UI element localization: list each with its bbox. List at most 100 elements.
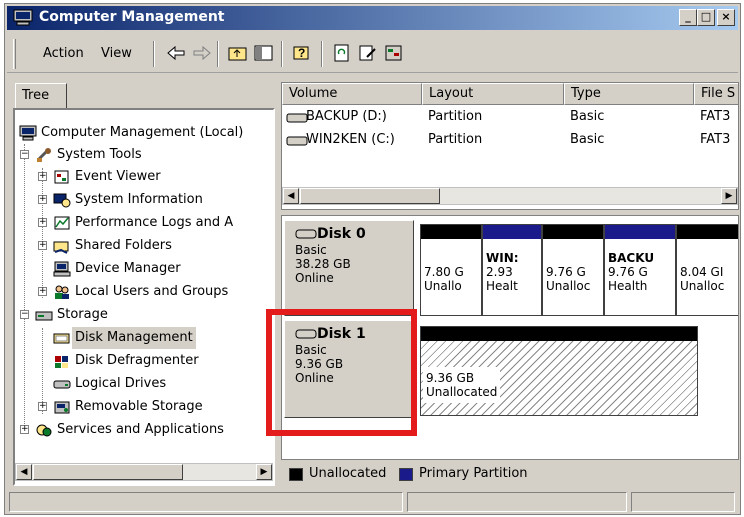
show-hide-tree-icon[interactable] bbox=[253, 43, 275, 63]
disk-status: Online bbox=[295, 271, 334, 285]
tree-horizontal-scrollbar[interactable]: ◀ ▶ bbox=[15, 463, 273, 481]
close-button[interactable]: × bbox=[717, 9, 735, 26]
tab-tree[interactable]: Tree bbox=[15, 83, 67, 109]
disk-management-icon bbox=[53, 333, 70, 344]
removable-storage-icon bbox=[54, 401, 70, 414]
partition-bar bbox=[543, 225, 603, 239]
expand-event-viewer-toggle[interactable]: + bbox=[38, 172, 47, 181]
scroll-right-arrow-icon[interactable]: ▶ bbox=[256, 464, 272, 480]
partition-size: 9.76 G bbox=[546, 265, 586, 279]
view-menu[interactable]: View bbox=[101, 46, 132, 61]
volume-type: Basic bbox=[570, 109, 605, 124]
back-arrow-icon[interactable] bbox=[165, 43, 187, 63]
expand-system-information-toggle[interactable]: + bbox=[38, 195, 47, 204]
expand-performance-logs-toggle[interactable]: + bbox=[38, 218, 47, 227]
volume-file-system: FAT3 bbox=[700, 109, 731, 124]
computer-management-window: Computer Management _ □ × Action View ? bbox=[4, 3, 741, 515]
partition-box[interactable]: WIN: 2.93 Healt bbox=[482, 224, 542, 316]
column-header-volume[interactable]: Volume bbox=[282, 83, 422, 105]
status-bar bbox=[7, 492, 738, 514]
partition-size: 2.93 bbox=[486, 265, 513, 279]
partition-box[interactable]: BACKU 9.76 G Health bbox=[604, 224, 676, 316]
action-menu[interactable]: Action bbox=[43, 46, 84, 61]
toolbar-separator bbox=[217, 41, 219, 67]
refresh-icon[interactable] bbox=[331, 43, 353, 63]
computer-icon bbox=[19, 125, 37, 141]
column-header-type[interactable]: Type bbox=[564, 83, 694, 105]
scroll-thumb[interactable] bbox=[33, 464, 183, 480]
list-horizontal-scrollbar[interactable]: ◀ ▶ bbox=[282, 187, 738, 205]
window-title: Computer Management bbox=[39, 9, 225, 25]
partition-text: BACKU 9.76 G Health bbox=[605, 239, 675, 297]
logical-drive-icon bbox=[53, 380, 71, 389]
console-tree: Computer Management (Local) − System Too… bbox=[13, 108, 275, 486]
properties-icon[interactable] bbox=[357, 43, 379, 63]
collapse-storage-toggle[interactable]: − bbox=[20, 310, 29, 319]
volume-name: WIN2KEN (C:) bbox=[306, 132, 395, 147]
partition-text: 9.36 GB Unallocated bbox=[423, 367, 501, 403]
disk-size: 38.28 GB bbox=[295, 257, 351, 271]
expand-shared-folders-toggle[interactable]: + bbox=[38, 241, 47, 250]
minimize-button[interactable]: _ bbox=[679, 9, 697, 26]
tree-connector bbox=[24, 144, 25, 424]
column-header-file-system[interactable]: File S bbox=[694, 83, 738, 105]
volume-name: BACKUP (D:) bbox=[306, 109, 387, 124]
users-icon bbox=[55, 285, 69, 299]
partition-state: Healt bbox=[486, 279, 518, 293]
partition-name: WIN: bbox=[486, 251, 519, 265]
partition-box[interactable]: 9.76 G Unalloc bbox=[542, 224, 604, 316]
expand-local-users-toggle[interactable]: + bbox=[38, 287, 47, 296]
partition-box[interactable]: 8.04 GI Unalloc bbox=[676, 224, 738, 316]
disk-0-label[interactable]: Disk 0 Basic 38.28 GB Online bbox=[284, 220, 414, 316]
disk-legend: Unallocated Primary Partition bbox=[281, 463, 739, 485]
volume-layout: Partition bbox=[428, 109, 483, 124]
scroll-left-arrow-icon[interactable]: ◀ bbox=[283, 188, 299, 204]
disk-name: Disk 0 bbox=[295, 227, 403, 241]
maximize-button[interactable]: □ bbox=[697, 9, 715, 26]
partition-size: 9.36 GB bbox=[426, 371, 475, 385]
tree-pane: Tree Computer Management (Local) − Syste… bbox=[9, 79, 276, 489]
partition-text: WIN: 2.93 Healt bbox=[483, 239, 541, 297]
legend-primary-partition: Primary Partition bbox=[419, 466, 528, 481]
system-information-icon bbox=[53, 193, 71, 208]
menu-toolbar: Action View ? bbox=[7, 33, 738, 73]
partition-bar bbox=[421, 327, 697, 341]
performance-logs-icon bbox=[54, 216, 70, 230]
scroll-thumb[interactable] bbox=[300, 188, 440, 204]
collapse-system-tools-toggle[interactable]: − bbox=[20, 150, 29, 159]
volume-type: Basic bbox=[570, 132, 605, 147]
partition-bar bbox=[677, 225, 738, 239]
up-folder-icon[interactable] bbox=[227, 43, 249, 63]
scroll-right-arrow-icon[interactable]: ▶ bbox=[721, 188, 737, 204]
title-bar[interactable]: Computer Management _ □ × bbox=[7, 6, 738, 30]
export-list-icon[interactable] bbox=[383, 43, 405, 63]
partition-box[interactable]: 7.80 G Unallo bbox=[420, 224, 482, 316]
partition-box[interactable]: 9.36 GB Unallocated bbox=[420, 326, 698, 416]
partition-bar bbox=[421, 225, 481, 239]
services-icon bbox=[36, 424, 52, 437]
partition-size: 7.80 G bbox=[424, 265, 464, 279]
storage-icon bbox=[35, 311, 53, 321]
partition-state: Unallocated bbox=[426, 385, 498, 399]
highlight-box bbox=[266, 309, 417, 436]
expand-services-toggle[interactable]: + bbox=[20, 425, 29, 434]
toolbar-grip[interactable] bbox=[13, 39, 16, 69]
partition-text: 9.76 G Unalloc bbox=[543, 239, 603, 297]
status-panel bbox=[631, 492, 735, 512]
defragmenter-icon bbox=[55, 356, 68, 368]
computer-management-icon bbox=[13, 9, 33, 26]
expand-removable-storage-toggle[interactable]: + bbox=[38, 402, 47, 411]
device-manager-icon bbox=[53, 261, 71, 277]
help-icon[interactable]: ? bbox=[291, 43, 313, 63]
event-viewer-icon bbox=[54, 170, 69, 184]
status-panel bbox=[407, 492, 627, 512]
scroll-left-arrow-icon[interactable]: ◀ bbox=[16, 464, 32, 480]
partition-size: 8.04 GI bbox=[680, 265, 724, 279]
forward-arrow-icon[interactable] bbox=[191, 43, 213, 63]
partition-state: Unalloc bbox=[546, 279, 591, 293]
column-header-layout[interactable]: Layout bbox=[422, 83, 564, 105]
tools-icon bbox=[36, 148, 51, 162]
partition-size: 9.76 G bbox=[608, 265, 648, 279]
shared-folder-icon bbox=[53, 241, 69, 254]
toolbar-separator bbox=[153, 41, 155, 67]
